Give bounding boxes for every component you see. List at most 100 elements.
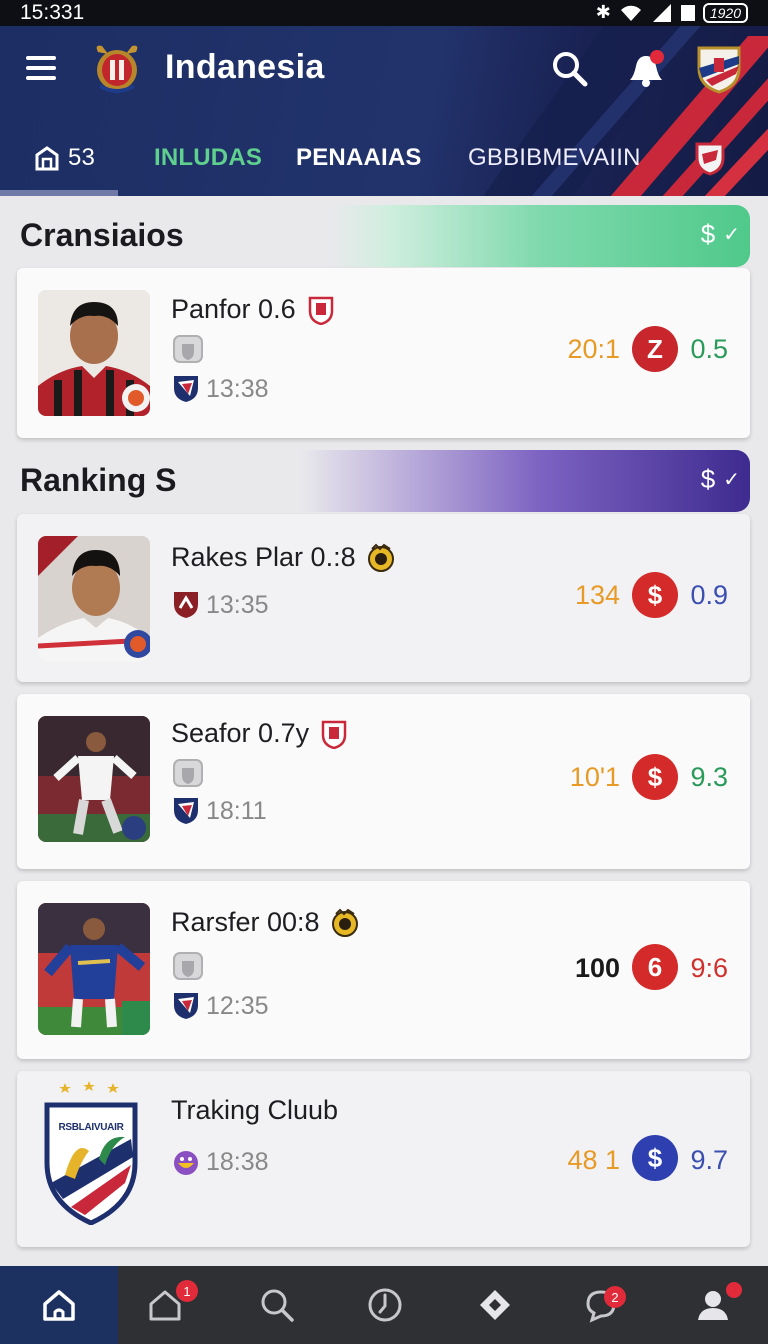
match-time-text: 18:38 [206, 1147, 269, 1176]
status-bar: 15:331 ✱ 1920 [0, 0, 768, 26]
match-time-text: 13:35 [206, 590, 269, 619]
notification-dot [650, 50, 664, 64]
team-crest-icon[interactable] [696, 44, 742, 94]
team-shield-icon [174, 993, 198, 1019]
nav-home-secondary[interactable]: 1 [110, 1266, 220, 1344]
section-filter[interactable]: $ ✓ [701, 464, 740, 495]
stat-left: 48 1 [567, 1145, 620, 1175]
player-name-text: Seafor 0.7y [171, 718, 310, 748]
stat-left: 10'1 [569, 762, 620, 792]
club-crest-shield [44, 1081, 138, 1226]
section-cransiaios: Cransiaios $ ✓ [0, 205, 768, 269]
tab-inludas[interactable]: INLUDAS [154, 130, 262, 186]
stat-badge-text: 6 [647, 951, 663, 982]
player-photo [38, 903, 150, 1035]
club-placeholder-icon [173, 335, 203, 363]
app-header: Indanesia 53 INLUDAS PENAAIAS GBBIBMEVAI… [0, 26, 768, 196]
smile-icon [174, 1151, 198, 1175]
check-icon: ✓ [723, 469, 740, 491]
bluetooth-icon: ✱ [595, 2, 611, 22]
search-icon [261, 1289, 294, 1322]
stat-left: 134 [574, 580, 620, 610]
player-name: Rarsfer 00:8 [171, 907, 360, 938]
stat-left: 100 [574, 953, 620, 983]
stat-badge: Z [632, 326, 678, 372]
stat-badge: $ [632, 1135, 678, 1181]
menu-icon[interactable] [26, 56, 56, 82]
diamond-icon [480, 1290, 510, 1320]
nav-badge: 1 [176, 1280, 198, 1302]
nav-messages[interactable]: 2 [546, 1266, 656, 1344]
stat-right: 0.5 [690, 334, 728, 364]
signal-icon [652, 3, 671, 22]
nav-profile[interactable] [658, 1266, 768, 1344]
section-filter[interactable]: $ ✓ [701, 219, 740, 250]
team-shield-icon [174, 376, 198, 402]
club-badge-icon [331, 908, 358, 937]
nav-search[interactable] [222, 1266, 332, 1344]
club-crest: RSBLAIVUAIR [41, 1079, 141, 1226]
player-action-photo [38, 903, 150, 1035]
tab-inludas-label: INLUDAS [154, 144, 263, 171]
player-photo [38, 716, 150, 842]
section-ranking: Ranking S $ ✓ [0, 450, 768, 514]
clock-icon [368, 1288, 402, 1322]
match-time-text: 18:11 [206, 796, 267, 825]
list-item[interactable]: Panfor 0.6 13:38 20:1 Z 0.5 [17, 268, 750, 438]
player-name-text: Rakes Plar 0.:8 [171, 542, 356, 572]
tab-gbbibmevaiin-label: GBBIBMEVAIIN [468, 144, 641, 171]
home-icon [43, 1290, 75, 1321]
sim-icon [680, 4, 695, 21]
tab-stadium[interactable]: 53 [34, 130, 95, 186]
bottom-navigation: 1 2 [0, 1266, 768, 1344]
battery-indicator: 1920 [702, 2, 748, 23]
player-photo [38, 290, 150, 416]
team-shield-icon [174, 592, 198, 618]
club-badge-icon [367, 543, 394, 572]
club-badge-icon [321, 720, 347, 749]
nav-history[interactable] [330, 1266, 440, 1344]
team-shield-icon[interactable] [694, 140, 726, 176]
stat-badge: $ [632, 754, 678, 800]
status-time: 15:331 [20, 1, 85, 24]
search-icon[interactable] [551, 50, 589, 88]
tab-penaaias[interactable]: PENAAIAS [296, 130, 422, 186]
tab-bar: 53 INLUDAS PENAAIAS GBBIBMEVAIIN [0, 130, 768, 186]
nav-home[interactable] [4, 1266, 114, 1344]
player-name: Panfor 0.6 [171, 294, 336, 325]
match-time: 12:35 [172, 991, 269, 1021]
profile-notification-dot [726, 1282, 742, 1298]
nav-favorites[interactable] [440, 1266, 550, 1344]
club-placeholder-icon [173, 759, 203, 787]
match-time: 13:38 [172, 374, 269, 404]
stat-right: 0.9 [690, 580, 728, 610]
match-time: 13:35 [172, 590, 269, 620]
list-item[interactable]: Rarsfer 00:8 12:35 100 6 9:6 [17, 881, 750, 1059]
section-title: Cransiaios [20, 217, 184, 253]
player-name-text: Panfor 0.6 [171, 294, 296, 324]
match-time-text: 12:35 [206, 991, 269, 1020]
list-item[interactable]: Seafor 0.7y 18:11 10'1 $ 9.3 [17, 694, 750, 869]
stat-right: 9.3 [690, 762, 728, 792]
active-tab-indicator [0, 190, 118, 196]
list-item[interactable]: Rakes Plar 0.:8 13:35 134 $ 0.9 [17, 514, 750, 682]
nav-badge: 2 [604, 1286, 626, 1308]
section-title: Ranking S [20, 462, 177, 498]
stat-badge: $ [632, 572, 678, 618]
match-time: 18:11 [172, 796, 267, 826]
list-item[interactable]: RSBLAIVUAIR Traking Cluub 18:38 48 1 $ 9… [17, 1071, 750, 1247]
tab-gbbibmevaiin[interactable]: GBBIBMEVAIIN [468, 130, 641, 186]
player-photo [38, 536, 150, 662]
notification-button[interactable] [624, 48, 666, 88]
tab-penaaias-label: PENAAIAS [296, 144, 422, 171]
player-action-photo [38, 716, 150, 842]
player-name-text: Rarsfer 00:8 [171, 907, 320, 937]
app-title: Indanesia [165, 48, 325, 86]
dollar-icon: $ [700, 464, 716, 494]
club-placeholder-icon [173, 952, 203, 980]
tab-stadium-label: 53 [68, 144, 96, 171]
check-icon: ✓ [723, 224, 740, 246]
match-time: 18:38 [172, 1147, 269, 1177]
stat-badge-text: $ [647, 761, 663, 792]
club-name: Traking Cluub [171, 1095, 338, 1126]
